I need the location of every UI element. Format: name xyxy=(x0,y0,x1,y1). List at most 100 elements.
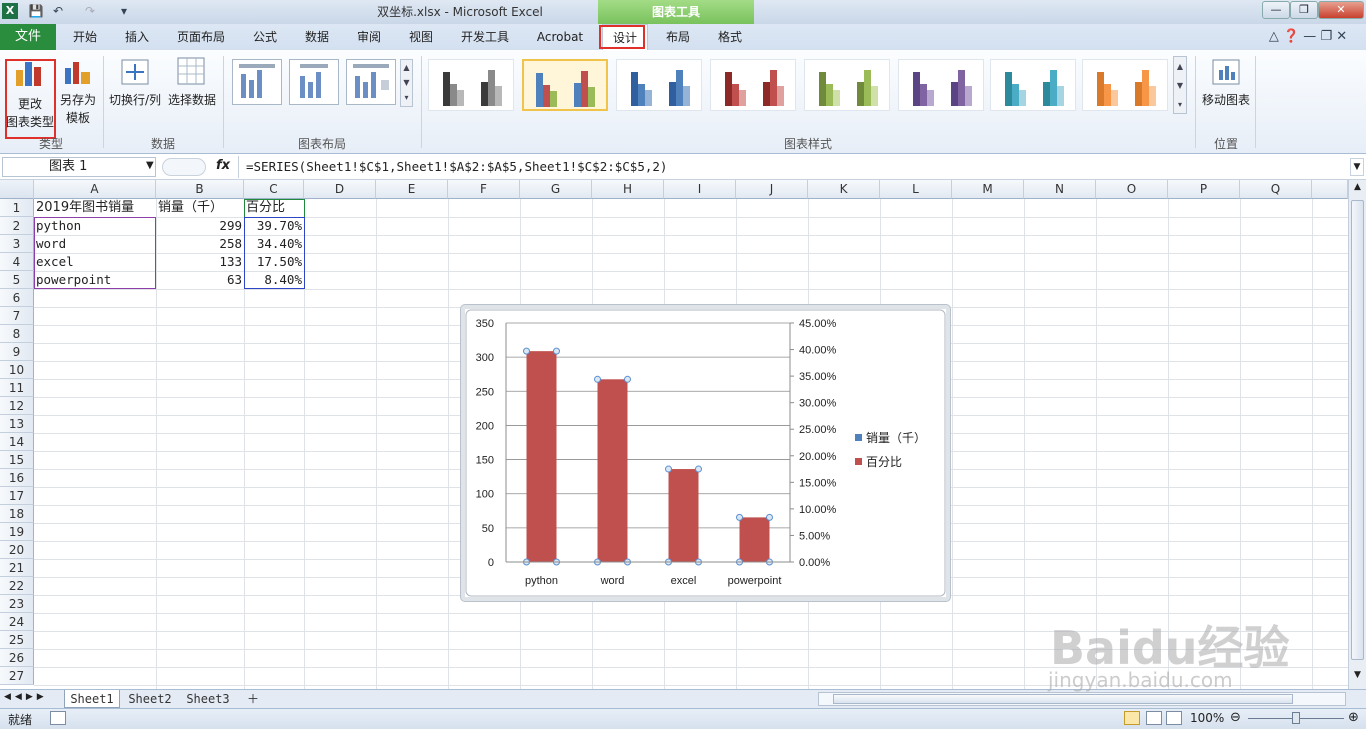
column-header-m[interactable]: M xyxy=(952,180,1024,199)
sheet-nav-arrows[interactable]: ◀◀▶▶ xyxy=(4,692,48,702)
select-data-button[interactable]: 选择数据 xyxy=(166,56,218,116)
row-header-9[interactable]: 9 xyxy=(0,343,34,361)
chart-style-4[interactable] xyxy=(710,59,796,111)
chart-style-3[interactable] xyxy=(616,59,702,111)
tab-review[interactable]: 审阅 xyxy=(348,24,390,50)
tab-data[interactable]: 数据 xyxy=(296,24,338,50)
chart-style-6[interactable] xyxy=(898,59,984,111)
row-header-8[interactable]: 8 xyxy=(0,325,34,343)
chart-style-7[interactable] xyxy=(990,59,1076,111)
close-button[interactable]: ✕ xyxy=(1318,1,1364,19)
row-header-5[interactable]: 5 xyxy=(0,271,34,289)
column-header-f[interactable]: F xyxy=(448,180,520,199)
tab-file[interactable]: 文件 xyxy=(0,24,56,50)
chart-layout-option-3[interactable] xyxy=(346,59,396,105)
row-header-3[interactable]: 3 xyxy=(0,235,34,253)
column-header-e[interactable]: E xyxy=(376,180,448,199)
sheet-tab-sheet2[interactable]: Sheet2 xyxy=(122,690,178,708)
row-header-14[interactable]: 14 xyxy=(0,433,34,451)
cell-b3[interactable]: 258 xyxy=(156,235,244,253)
vertical-scrollbar[interactable]: ▲ ▼ xyxy=(1348,180,1366,689)
page-break-view-icon[interactable] xyxy=(1166,711,1182,725)
name-box-dropdown-icon[interactable]: ▼ xyxy=(146,160,154,171)
column-header-d[interactable]: D xyxy=(304,180,376,199)
column-header-q[interactable]: Q xyxy=(1240,180,1312,199)
row-header-10[interactable]: 10 xyxy=(0,361,34,379)
column-header-l[interactable]: L xyxy=(880,180,952,199)
column-header-i[interactable]: I xyxy=(664,180,736,199)
horizontal-scrollbar[interactable] xyxy=(818,692,1346,706)
scroll-up-icon[interactable]: ▲ xyxy=(1351,182,1364,196)
row-header-22[interactable]: 22 xyxy=(0,577,34,595)
formula-input[interactable]: =SERIES(Sheet1!$C$1,Sheet1!$A$2:$A$5,She… xyxy=(246,159,667,174)
column-header-j[interactable]: J xyxy=(736,180,808,199)
save-as-template-button[interactable]: 另存为 模板 xyxy=(56,56,100,136)
switch-row-column-button[interactable]: 切换行/列 xyxy=(106,56,164,116)
column-header-n[interactable]: N xyxy=(1024,180,1096,199)
chart-style-5[interactable] xyxy=(804,59,890,111)
row-header-1[interactable]: 1 xyxy=(0,199,34,217)
chart-layout-option-1[interactable] xyxy=(232,59,282,105)
column-header-c[interactable]: C xyxy=(244,180,304,199)
chart-style-2-selected[interactable] xyxy=(522,59,608,111)
row-header-21[interactable]: 21 xyxy=(0,559,34,577)
column-header-k[interactable]: K xyxy=(808,180,880,199)
select-all-corner[interactable] xyxy=(0,180,34,199)
tab-page-layout[interactable]: 页面布局 xyxy=(168,24,234,50)
help-controls[interactable]: △ ❓ — ❐ ✕ xyxy=(1258,24,1358,50)
row-header-17[interactable]: 17 xyxy=(0,487,34,505)
normal-view-icon[interactable] xyxy=(1124,711,1140,725)
column-header-g[interactable]: G xyxy=(520,180,592,199)
row-header-13[interactable]: 13 xyxy=(0,415,34,433)
chart-style-1[interactable] xyxy=(428,59,514,111)
insert-function-icon[interactable]: fx xyxy=(216,158,230,173)
chart-layout-option-2[interactable] xyxy=(289,59,339,105)
sheet-tab-sheet1[interactable]: Sheet1 xyxy=(64,690,120,708)
chart-style-8[interactable] xyxy=(1082,59,1168,111)
macro-record-icon[interactable] xyxy=(50,711,66,725)
tab-acrobat[interactable]: Acrobat xyxy=(528,24,592,50)
cell-a1[interactable]: 2019年图书销量 xyxy=(34,199,156,217)
style-gallery-scroll[interactable]: ▲ ▼ ▾ xyxy=(1173,56,1187,114)
tab-format[interactable]: 格式 xyxy=(708,24,752,50)
layout-gallery-scroll[interactable]: ▲ ▼ ▾ xyxy=(400,59,413,107)
name-box[interactable]: 图表 1 xyxy=(2,157,156,177)
row-header-20[interactable]: 20 xyxy=(0,541,34,559)
row-header-27[interactable]: 27 xyxy=(0,667,34,685)
chart-object[interactable]: 0 50 100 150 200 250 300 350 0.00% 5.00% 10.00% 15.… xyxy=(461,305,950,601)
sheet-tab-sheet3[interactable]: Sheet3 xyxy=(180,690,236,708)
minimize-button[interactable]: — xyxy=(1262,1,1290,19)
row-header-2[interactable]: 2 xyxy=(0,217,34,235)
horizontal-scroll-thumb[interactable] xyxy=(833,694,1293,704)
column-header-p[interactable]: P xyxy=(1168,180,1240,199)
column-header-b[interactable]: B xyxy=(156,180,244,199)
row-header-4[interactable]: 4 xyxy=(0,253,34,271)
row-header-15[interactable]: 15 xyxy=(0,451,34,469)
row-header-7[interactable]: 7 xyxy=(0,307,34,325)
tab-developer[interactable]: 开发工具 xyxy=(452,24,518,50)
move-chart-button[interactable]: 移动图表 xyxy=(1198,56,1254,116)
cell-b5[interactable]: 63 xyxy=(156,271,244,289)
row-header-23[interactable]: 23 xyxy=(0,595,34,613)
zoom-out-icon[interactable]: ⊖ xyxy=(1230,710,1241,725)
zoom-level[interactable]: 100% xyxy=(1190,711,1224,725)
cell-b2[interactable]: 299 xyxy=(156,217,244,235)
cell-b1[interactable]: 销量（千） xyxy=(156,199,244,217)
tab-view[interactable]: 视图 xyxy=(400,24,442,50)
insert-sheet-icon[interactable]: ＋ xyxy=(240,690,266,708)
row-header-11[interactable]: 11 xyxy=(0,379,34,397)
page-layout-view-icon[interactable] xyxy=(1146,711,1162,725)
tab-insert[interactable]: 插入 xyxy=(114,24,160,50)
tab-formulas[interactable]: 公式 xyxy=(244,24,286,50)
tab-home[interactable]: 开始 xyxy=(62,24,108,50)
row-header-12[interactable]: 12 xyxy=(0,397,34,415)
formula-resize-handle[interactable] xyxy=(162,158,206,176)
expand-formula-bar-icon[interactable]: ▼ xyxy=(1350,158,1364,176)
column-header-h[interactable]: H xyxy=(592,180,664,199)
scroll-down-icon[interactable]: ▼ xyxy=(1351,670,1364,684)
row-header-16[interactable]: 16 xyxy=(0,469,34,487)
row-header-24[interactable]: 24 xyxy=(0,613,34,631)
column-header-r[interactable] xyxy=(1312,180,1348,199)
column-header-o[interactable]: O xyxy=(1096,180,1168,199)
column-header-a[interactable]: A xyxy=(34,180,156,199)
